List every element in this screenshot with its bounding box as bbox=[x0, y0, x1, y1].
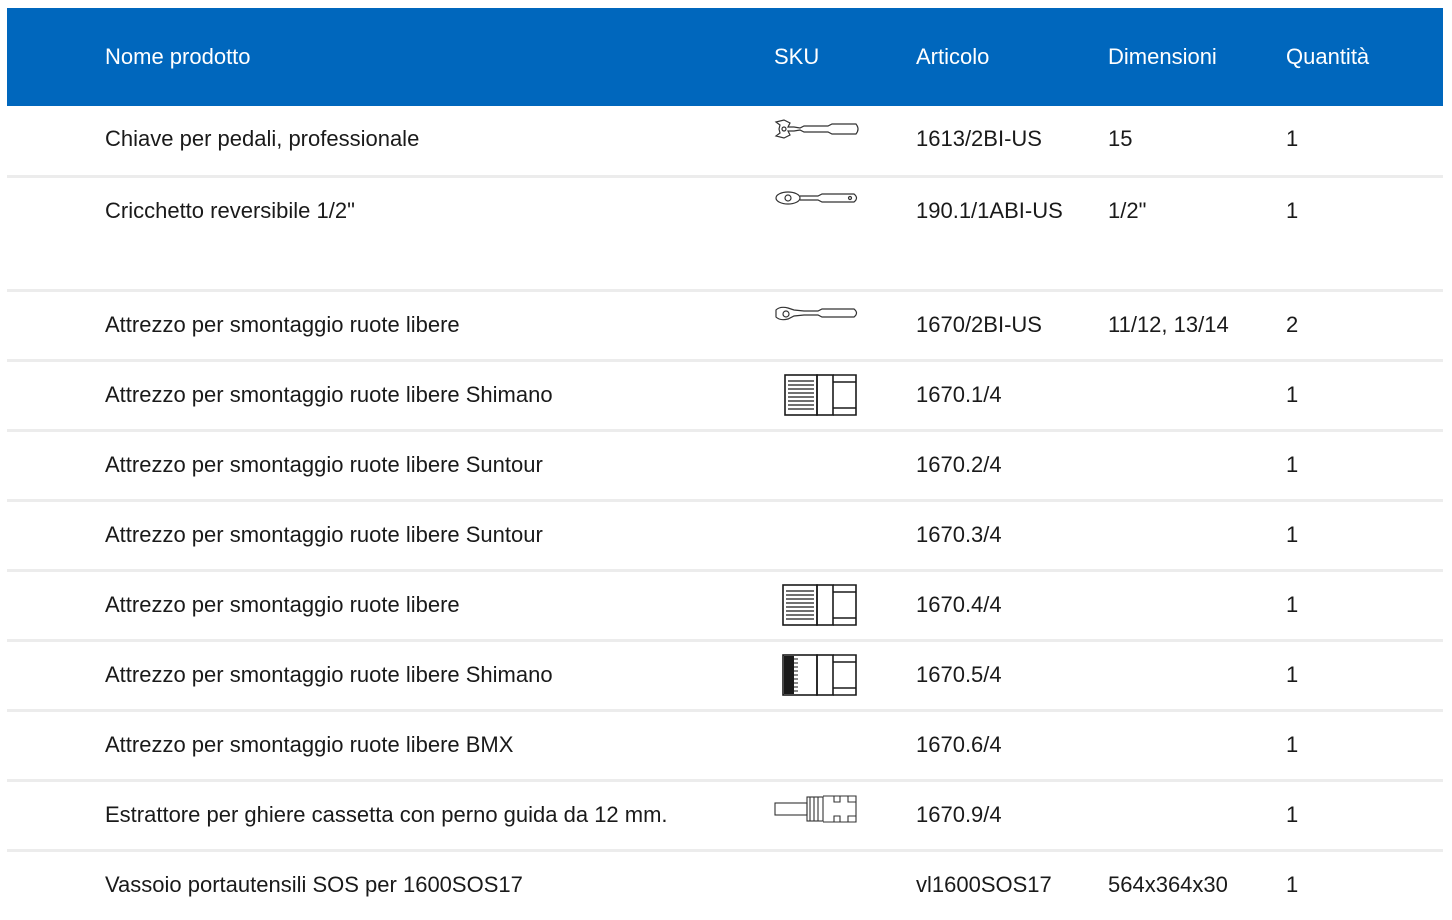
column-header-article: Articolo bbox=[916, 44, 990, 69]
dimensions bbox=[1108, 500, 1286, 570]
product-name: Attrezzo per smontaggio ruote libere BMX bbox=[105, 731, 514, 757]
article-number: 1670/2BI-US bbox=[916, 311, 1042, 337]
freewheel-socket-icon bbox=[784, 373, 857, 416]
dimensions bbox=[1108, 710, 1286, 780]
dimensions: 564x364x30 bbox=[1108, 871, 1228, 897]
sku-cell bbox=[774, 710, 916, 780]
product-name: Attrezzo per smontaggio ruote libere Sun… bbox=[105, 521, 543, 547]
dimensions: 15 bbox=[1108, 126, 1133, 151]
quantity: 1 bbox=[1286, 661, 1299, 687]
product-name: Cricchetto reversibile 1/2" bbox=[105, 197, 355, 223]
pedal-wrench-icon bbox=[774, 119, 859, 139]
quantity: 1 bbox=[1286, 126, 1299, 151]
table-row: Attrezzo per smontaggio ruote libere Sun… bbox=[7, 430, 1443, 500]
sku-cell bbox=[774, 500, 916, 570]
quantity: 2 bbox=[1286, 311, 1299, 337]
sku-cell bbox=[774, 570, 916, 640]
sku-cell bbox=[774, 360, 916, 430]
table-row: Estrattore per ghiere cassetta con perno… bbox=[7, 780, 1443, 850]
product-name: Attrezzo per smontaggio ruote libere Shi… bbox=[105, 381, 553, 407]
dimensions: 11/12, 13/14 bbox=[1108, 311, 1229, 337]
sku-cell bbox=[774, 640, 916, 710]
dimensions bbox=[1108, 430, 1286, 500]
product-name: Chiave per pedali, professionale bbox=[105, 126, 420, 151]
product-name: Attrezzo per smontaggio ruote libere bbox=[105, 591, 460, 617]
dimensions: 1/2" bbox=[1108, 197, 1147, 223]
sku-cell bbox=[774, 290, 916, 360]
table-row: Attrezzo per smontaggio ruote libere 167… bbox=[7, 570, 1443, 640]
dimensions bbox=[1108, 360, 1286, 430]
table-row: Attrezzo per smontaggio ruote libere 167… bbox=[7, 290, 1443, 360]
article-number: 1670.3/4 bbox=[916, 521, 1002, 547]
article-number: 1670.9/4 bbox=[916, 801, 1002, 827]
article-number: vl1600SOS17 bbox=[916, 871, 1052, 897]
article-number: 1670.6/4 bbox=[916, 731, 1002, 757]
table-row: Cricchetto reversibile 1/2" 190.1/1ABI-U… bbox=[7, 176, 1443, 290]
table-row: Chiave per pedali, professionale 1613/2B… bbox=[7, 106, 1443, 176]
dimensions bbox=[1108, 780, 1286, 850]
freewheel-socket-icon bbox=[782, 583, 857, 626]
sku-cell bbox=[774, 780, 916, 850]
column-header-quantity: Quantità bbox=[1286, 44, 1370, 69]
product-table: Nome prodotto SKU Articolo Dimensioni Qu… bbox=[7, 8, 1443, 920]
product-name: Attrezzo per smontaggio ruote libere Sun… bbox=[105, 451, 543, 477]
sku-cell bbox=[774, 850, 916, 920]
table-header-row: Nome prodotto SKU Articolo Dimensioni Qu… bbox=[7, 8, 1443, 106]
article-number: 1670.5/4 bbox=[916, 661, 1002, 687]
column-header-name: Nome prodotto bbox=[105, 44, 251, 69]
product-name: Attrezzo per smontaggio ruote libere bbox=[105, 311, 460, 337]
article-number: 1613/2BI-US bbox=[916, 126, 1042, 151]
sku-cell bbox=[774, 430, 916, 500]
table-row: Attrezzo per smontaggio ruote libere BMX… bbox=[7, 710, 1443, 780]
table-row: Attrezzo per smontaggio ruote libere Sun… bbox=[7, 500, 1443, 570]
product-name: Attrezzo per smontaggio ruote libere Shi… bbox=[105, 661, 553, 687]
product-table-container: Nome prodotto SKU Articolo Dimensioni Qu… bbox=[7, 8, 1443, 920]
sku-cell bbox=[774, 176, 916, 290]
dimensions bbox=[1108, 570, 1286, 640]
dimensions bbox=[1108, 640, 1286, 710]
article-number: 1670.1/4 bbox=[916, 381, 1002, 407]
article-number: 1670.4/4 bbox=[916, 591, 1002, 617]
article-number: 190.1/1ABI-US bbox=[916, 197, 1063, 223]
column-header-sku: SKU bbox=[774, 44, 820, 69]
table-row: Attrezzo per smontaggio ruote libere Shi… bbox=[7, 360, 1443, 430]
article-number: 1670.2/4 bbox=[916, 451, 1002, 477]
ratchet-icon bbox=[775, 190, 858, 205]
product-name: Estrattore per ghiere cassetta con perno… bbox=[105, 801, 668, 827]
quantity: 1 bbox=[1286, 591, 1299, 617]
table-row: Vassoio portautensili SOS per 1600SOS17 … bbox=[7, 850, 1443, 920]
quantity: 1 bbox=[1286, 197, 1299, 223]
quantity: 1 bbox=[1286, 731, 1299, 757]
freewheel-socket-dense-icon bbox=[782, 653, 857, 696]
quantity: 1 bbox=[1286, 871, 1299, 897]
quantity: 1 bbox=[1286, 381, 1299, 407]
product-name: Vassoio portautensili SOS per 1600SOS17 bbox=[105, 871, 523, 897]
quantity: 1 bbox=[1286, 451, 1299, 477]
table-row: Attrezzo per smontaggio ruote libere Shi… bbox=[7, 640, 1443, 710]
quantity: 1 bbox=[1286, 801, 1299, 827]
column-header-dimensions: Dimensioni bbox=[1108, 44, 1217, 69]
ratchet-handle-icon bbox=[775, 306, 858, 320]
sku-cell bbox=[774, 106, 916, 176]
cassette-lockring-tool-icon bbox=[774, 794, 857, 823]
quantity: 1 bbox=[1286, 521, 1299, 547]
